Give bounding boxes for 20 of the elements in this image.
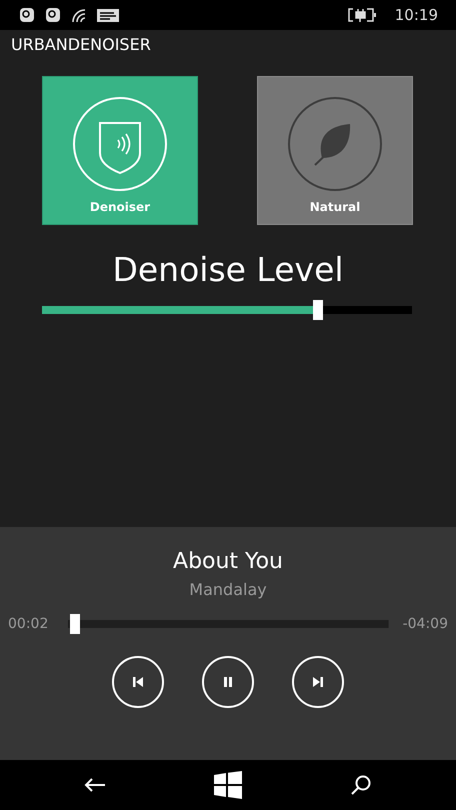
battery-charging-icon xyxy=(346,7,377,23)
elapsed-time: 00:02 xyxy=(8,616,48,632)
next-button[interactable] xyxy=(292,656,344,708)
pause-button[interactable] xyxy=(202,656,254,708)
mode-tile[interactable]: Natural xyxy=(257,76,413,225)
app-title: URBANDENOISER xyxy=(10,34,151,56)
slider-thumb[interactable] xyxy=(312,300,323,320)
leaf-icon xyxy=(287,96,383,192)
skip-back-icon xyxy=(132,676,144,688)
seek-thumb[interactable] xyxy=(70,614,80,634)
skip-forward-icon xyxy=(312,676,324,688)
section-title: Denoise Level xyxy=(112,250,344,289)
remaining-time: -04:09 xyxy=(402,616,448,632)
clock-time: 10:19 xyxy=(394,6,438,24)
song-title: About You xyxy=(173,549,283,574)
pause-icon xyxy=(222,676,234,688)
shield-icon xyxy=(72,96,168,192)
mode-tile[interactable]: Denoiser xyxy=(42,76,198,225)
previous-button[interactable] xyxy=(112,656,164,708)
artist-name: Mandalay xyxy=(189,580,267,599)
